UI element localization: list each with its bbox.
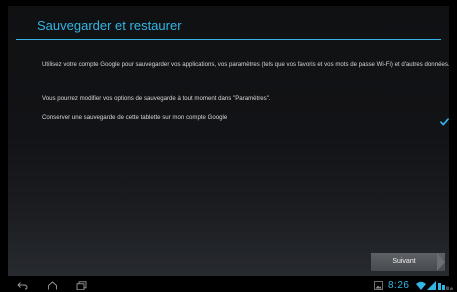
next-arrow-icon xyxy=(437,253,445,271)
screenshot-icon xyxy=(374,281,383,290)
wifi-icon xyxy=(416,281,426,290)
home-icon[interactable] xyxy=(47,281,58,290)
clock: 8:26 xyxy=(388,280,410,291)
recent-apps-icon[interactable] xyxy=(76,281,87,290)
setup-screen: Sauvegarder et restaurer Utilisez votre … xyxy=(8,6,450,276)
next-button[interactable]: Suivant xyxy=(371,253,445,271)
intro-text: Utilisez votre compte Google pour sauveg… xyxy=(42,61,450,68)
system-bar: 8:26 xyxy=(0,279,457,292)
backup-option-row[interactable]: Conserver une sauvegarde de cette tablet… xyxy=(42,111,449,126)
backup-option-label: Conserver une sauvegarde de cette tablet… xyxy=(42,114,228,121)
settings-note: Vous pourrez modifier vos options de sau… xyxy=(42,95,271,102)
signal-icon xyxy=(427,281,436,290)
next-button-label: Suivant xyxy=(392,258,416,265)
backup-checkbox[interactable] xyxy=(440,112,449,126)
page-title: Sauvegarder et restaurer xyxy=(37,18,182,33)
battery-icon xyxy=(438,283,453,290)
checkmark-icon xyxy=(440,118,449,126)
title-divider xyxy=(16,39,441,40)
back-icon[interactable] xyxy=(17,281,28,290)
